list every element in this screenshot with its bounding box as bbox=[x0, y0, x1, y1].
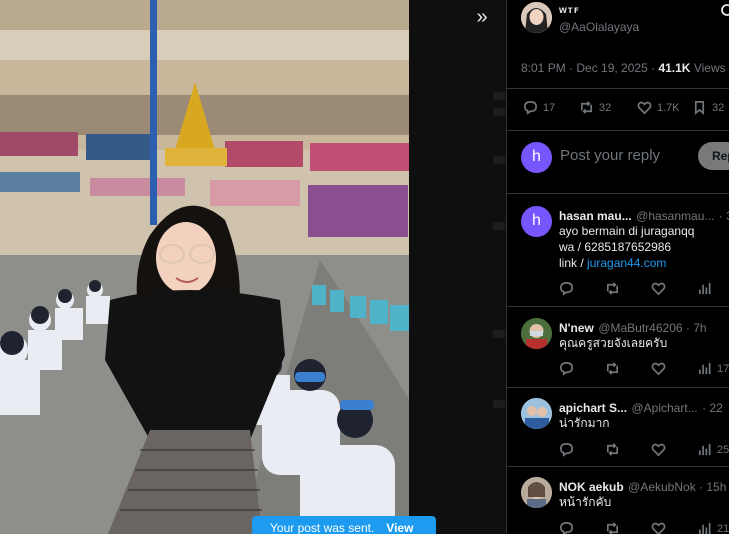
search-icon[interactable] bbox=[720, 4, 729, 18]
reply-text: คุณครูสวยจังเลยครับ bbox=[559, 336, 668, 350]
reply-action[interactable]: 17 bbox=[523, 100, 579, 115]
post-detail-panel: ᴡᴛꜰ @AaOlalayaya 8:01 PM · Dec 19, 2025 … bbox=[506, 0, 729, 534]
repost-icon bbox=[580, 101, 593, 114]
reply-count: 17 bbox=[543, 101, 556, 114]
post-sent-toast: Your post was sent. View bbox=[252, 516, 436, 534]
heart-icon bbox=[651, 282, 666, 296]
repost-action[interactable] bbox=[605, 521, 651, 534]
post-photo bbox=[0, 0, 409, 534]
post-meta: 8:01 PM · Dec 19, 2025 · 41.1K Views bbox=[521, 61, 726, 75]
reply-actions bbox=[559, 281, 717, 296]
heart-icon bbox=[637, 101, 652, 115]
reply-avatar[interactable] bbox=[521, 318, 552, 349]
background-timeline bbox=[409, 0, 506, 534]
repost-icon bbox=[606, 522, 619, 534]
reply-actions: 178 bbox=[559, 361, 729, 376]
repost-icon bbox=[606, 282, 619, 295]
repost-icon bbox=[606, 443, 619, 456]
repost-count: 32 bbox=[599, 101, 612, 114]
post-time[interactable]: 8:01 PM · Dec 19, 2025 bbox=[521, 61, 648, 75]
list-item[interactable]: h hasan mau... @hasanmau... · 3 ayo berm… bbox=[507, 194, 729, 306]
like-action[interactable] bbox=[651, 442, 697, 457]
reply-link[interactable]: juragan44.com bbox=[587, 256, 666, 270]
repost-action[interactable] bbox=[605, 361, 651, 376]
double-chevron-right-icon: » bbox=[476, 6, 488, 28]
reply-actions: 258 bbox=[559, 442, 729, 457]
reply-text: ayo bermain di juraganqq wa / 6285187652… bbox=[559, 224, 695, 270]
reply-author-name[interactable]: hasan mau... bbox=[559, 209, 632, 223]
analytics-icon bbox=[698, 443, 711, 456]
heart-icon bbox=[651, 443, 666, 457]
reply-author-name[interactable]: apichart S... bbox=[559, 401, 627, 415]
author-handle[interactable]: @AaOlalayaya bbox=[559, 20, 639, 34]
repost-action[interactable] bbox=[605, 281, 651, 296]
reply-button[interactable]: Reply bbox=[698, 142, 729, 170]
like-action[interactable] bbox=[651, 281, 697, 296]
analytics-icon bbox=[698, 362, 711, 375]
views-label: Views bbox=[693, 61, 726, 75]
reply-action[interactable] bbox=[559, 442, 605, 457]
divider bbox=[507, 88, 729, 89]
like-action[interactable] bbox=[651, 361, 697, 376]
reply-actions: 218 bbox=[559, 521, 729, 534]
reply-time: · 22 bbox=[702, 401, 723, 415]
like-count: 1.7K bbox=[657, 101, 680, 114]
author-avatar[interactable] bbox=[521, 2, 552, 33]
reply-icon bbox=[560, 443, 573, 457]
reply-author-handle[interactable]: @MaButr46206 · 7h bbox=[598, 321, 706, 335]
reply-author-handle[interactable]: @Apichart... bbox=[631, 401, 697, 415]
reply-icon bbox=[560, 362, 573, 376]
author-name[interactable]: ᴡᴛꜰ bbox=[559, 5, 580, 16]
analytics-action[interactable] bbox=[697, 281, 717, 296]
bookmark-icon bbox=[694, 101, 705, 115]
bookmark-count: 32 bbox=[712, 101, 725, 114]
reply-action[interactable] bbox=[559, 521, 605, 534]
reply-text: น่ารักมาก bbox=[559, 416, 610, 430]
reply-author-handle[interactable]: @hasanmau... bbox=[636, 209, 714, 223]
collapse-panel-button[interactable]: » bbox=[468, 4, 496, 30]
reply-author-handle[interactable]: @AekubNok · 15h bbox=[628, 480, 726, 494]
reply-icon bbox=[560, 522, 573, 534]
repost-action[interactable]: 32 bbox=[579, 100, 637, 115]
reply-avatar[interactable] bbox=[521, 477, 552, 508]
toast-text: Your post was sent. bbox=[270, 521, 375, 534]
reply-author-name[interactable]: NOK aekub bbox=[559, 480, 624, 494]
reply-icon bbox=[524, 101, 537, 115]
analytics-action[interactable]: 258 bbox=[697, 442, 729, 457]
analytics-icon bbox=[698, 282, 711, 295]
views-count: 41.1K bbox=[658, 61, 691, 75]
like-action[interactable] bbox=[651, 521, 697, 534]
reply-avatar[interactable] bbox=[521, 398, 552, 429]
like-action[interactable]: 1.7K bbox=[637, 100, 692, 115]
divider bbox=[507, 130, 729, 131]
post-actions: 17 32 1.7K 32 bbox=[523, 100, 724, 115]
analytics-icon bbox=[698, 522, 711, 534]
heart-icon bbox=[651, 522, 666, 534]
toast-view-link[interactable]: View bbox=[386, 521, 413, 534]
heart-icon bbox=[651, 362, 666, 376]
media-viewer: » Your post was sent. View bbox=[0, 0, 506, 534]
list-item[interactable]: N'new @MaButr46206 · 7h คุณครูสวยจังเลยค… bbox=[507, 307, 729, 387]
reply-author-name[interactable]: N'new bbox=[559, 321, 594, 335]
analytics-action[interactable]: 178 bbox=[697, 361, 729, 376]
repost-icon bbox=[606, 362, 619, 375]
my-avatar[interactable]: h bbox=[521, 142, 552, 173]
reply-avatar[interactable]: h bbox=[521, 206, 552, 237]
reply-action[interactable] bbox=[559, 281, 605, 296]
analytics-action[interactable]: 218 bbox=[697, 521, 729, 534]
reply-text: หน้ารักคับ bbox=[559, 495, 612, 509]
reply-input[interactable]: Post your reply bbox=[560, 147, 660, 164]
author-avatar-image bbox=[521, 2, 552, 33]
repost-action[interactable] bbox=[605, 442, 651, 457]
list-item[interactable]: apichart S... @Apichart... · 22 น่ารักมา… bbox=[507, 388, 729, 466]
reply-icon bbox=[560, 282, 573, 296]
bookmark-action[interactable]: 32 bbox=[692, 100, 724, 115]
reply-time: · 3 bbox=[718, 209, 729, 223]
reply-action[interactable] bbox=[559, 361, 605, 376]
photo-illustration bbox=[0, 0, 409, 534]
list-item[interactable]: NOK aekub @AekubNok · 15h หน้ารักคับ 218 bbox=[507, 467, 729, 534]
